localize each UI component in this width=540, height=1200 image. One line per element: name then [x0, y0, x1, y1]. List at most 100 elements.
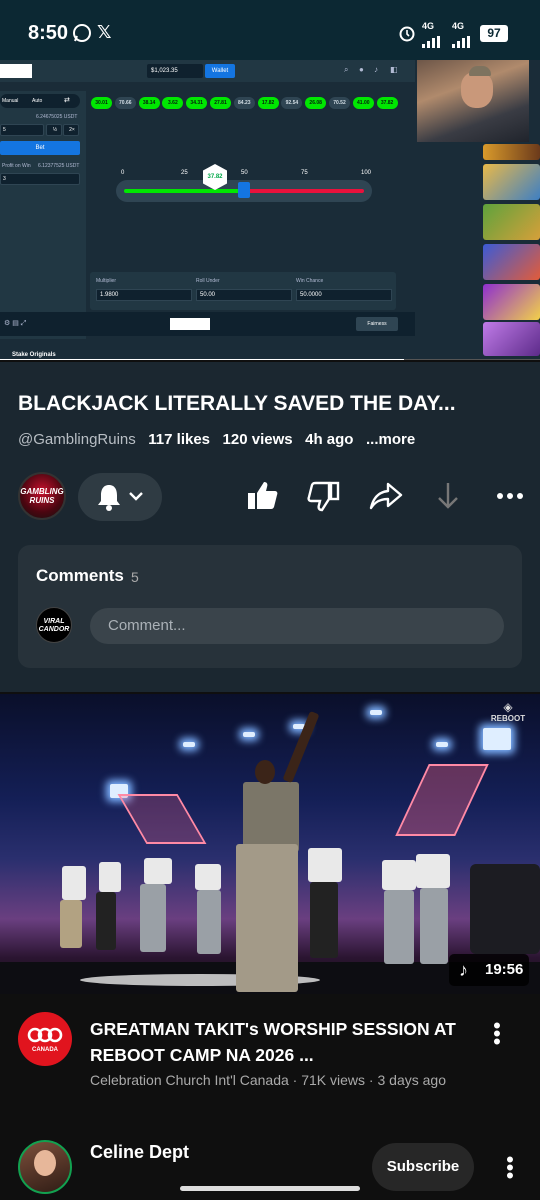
likes-count: 117 likes	[148, 431, 211, 448]
half-button[interactable]: ½	[46, 124, 62, 136]
battery-indicator: 97	[480, 25, 508, 42]
bell-icon	[96, 483, 122, 516]
game-thumb-6[interactable]	[483, 322, 540, 356]
share-button[interactable]	[368, 478, 408, 518]
blurred-logo-footer	[170, 318, 210, 330]
bet-amount-input[interactable]: 5	[0, 124, 44, 136]
double-button[interactable]: 2×	[63, 124, 79, 136]
performer-torso	[243, 782, 299, 852]
dislike-button[interactable]	[306, 478, 346, 518]
more-vertical-icon[interactable]: • • •	[505, 1149, 515, 1187]
result-pill: 84.23	[233, 97, 255, 109]
bet-button[interactable]: Bet	[0, 141, 80, 155]
third-item-name[interactable]: Celine Dept	[90, 1142, 189, 1163]
result-pill: 92.54	[281, 97, 303, 109]
channel-avatar[interactable]: GAMBLING RUINS	[18, 472, 66, 520]
watermark-text: REBOOT	[490, 714, 526, 723]
result-pill: 70.66	[114, 97, 136, 109]
channel-handle[interactable]: @GamblingRuins	[18, 431, 136, 448]
download-icon	[438, 483, 458, 509]
result-pill: 41.00	[352, 97, 374, 109]
playback-progress-fill	[0, 359, 404, 360]
panel-icon: ◧	[390, 65, 398, 74]
singer	[384, 890, 414, 964]
music-note-icon: ♪	[459, 960, 468, 980]
video-title[interactable]: BLACKJACK LITERALLY SAVED THE DAY...	[18, 392, 528, 416]
notification-button[interactable]	[78, 473, 162, 521]
singer	[96, 892, 116, 950]
next-video-channel-avatar[interactable]: CANADA	[18, 1012, 72, 1066]
share-icon	[369, 482, 403, 510]
cap	[469, 66, 491, 76]
fairness-button[interactable]: Fairness	[356, 317, 398, 331]
tab-auto[interactable]: Auto	[32, 98, 42, 104]
game-thumb-4[interactable]	[483, 244, 540, 280]
next-video-thumbnail[interactable]	[0, 694, 540, 994]
singer	[62, 866, 86, 900]
singer	[197, 890, 221, 954]
comment-input[interactable]: Comment...	[90, 608, 504, 644]
wallet-button[interactable]: Wallet	[205, 64, 235, 78]
tab-manual[interactable]: Manual	[2, 98, 18, 104]
duration-badge: ♪ 19:56	[449, 954, 529, 986]
signal-icon-1	[422, 32, 440, 53]
singer	[60, 900, 82, 948]
stage-light	[483, 728, 511, 750]
comments-panel[interactable]: Comments 5 VIRAL CANDOR Comment...	[18, 545, 522, 668]
network-label-1: 4G	[422, 21, 435, 31]
stage-light	[436, 742, 448, 747]
comments-heading: Comments	[36, 566, 124, 585]
stage-panel	[395, 764, 489, 836]
download-button[interactable]	[430, 478, 470, 518]
game-footer: ⚙ ▤ ⤢ Fairness	[0, 312, 415, 336]
result-pill: 30.01	[91, 97, 112, 109]
profit-label: Profit on Win	[2, 163, 31, 169]
like-button[interactable]	[244, 478, 284, 518]
result-pill: 17.82	[257, 97, 279, 109]
face	[34, 1150, 56, 1176]
more-actions-button[interactable]	[492, 478, 532, 518]
singer	[382, 860, 416, 890]
singer	[144, 858, 172, 884]
swap-icon: ⇄	[64, 97, 70, 104]
game-thumb-2[interactable]	[483, 164, 540, 200]
slider-tick-label: 25	[181, 170, 188, 176]
singer	[420, 888, 448, 964]
video-player[interactable]: $1,023.35 Wallet ⌕ ● ♪ ◧ Manual Auto ⇄ 6…	[0, 60, 540, 360]
game-thumb-5[interactable]	[483, 284, 540, 320]
more-link[interactable]: ...more	[366, 431, 415, 448]
multiplier-input[interactable]: 1.9800	[96, 289, 192, 301]
x-app-icon: 𝕏	[97, 22, 112, 42]
subscribe-button[interactable]: Subscribe	[372, 1143, 474, 1191]
next-video-title[interactable]: GREATMAN TAKIT's WORSHIP SESSION AT REBO…	[90, 1016, 470, 1068]
game-thumb-3[interactable]	[483, 204, 540, 240]
bet-amount-usdt: 6.24675025 USDT	[36, 114, 78, 120]
comments-count: 5	[131, 569, 139, 585]
thumbs-down-icon	[307, 481, 340, 512]
win-range-bar	[124, 189, 244, 193]
infinity-logo-icon	[27, 1027, 63, 1043]
slider-tick-label: 100	[361, 170, 372, 176]
third-item-avatar[interactable]	[18, 1140, 72, 1194]
stage-light	[243, 732, 255, 737]
channel-watermark: ◈ REBOOT	[486, 700, 530, 723]
search-icon: ⌕	[344, 65, 349, 74]
more-vertical-icon[interactable]: • • •	[492, 1015, 502, 1053]
channel-avatar-text: GAMBLING RUINS	[20, 487, 64, 505]
bet-panel: Manual Auto ⇄ 6.24675025 USDT 5 ½ 2× Bet…	[0, 91, 86, 339]
result-pill: 38.14	[138, 97, 160, 109]
singer	[416, 854, 450, 888]
singer	[99, 862, 121, 892]
bell-icon: ♪	[374, 65, 378, 74]
roll-under-input[interactable]: 50.00	[196, 289, 292, 301]
result-pill: 70.52	[329, 97, 350, 109]
user-icon: ●	[359, 65, 364, 74]
profit-input: 3	[0, 173, 80, 185]
game-thumb-1[interactable]	[483, 144, 540, 160]
roll-slider-handle[interactable]	[238, 182, 250, 198]
thumbs-up-icon	[248, 482, 278, 509]
home-indicator[interactable]	[180, 1186, 360, 1191]
views-count: 120 views	[222, 431, 293, 448]
blurred-logo	[0, 64, 32, 78]
win-chance-input[interactable]: 50.0000	[296, 289, 392, 301]
